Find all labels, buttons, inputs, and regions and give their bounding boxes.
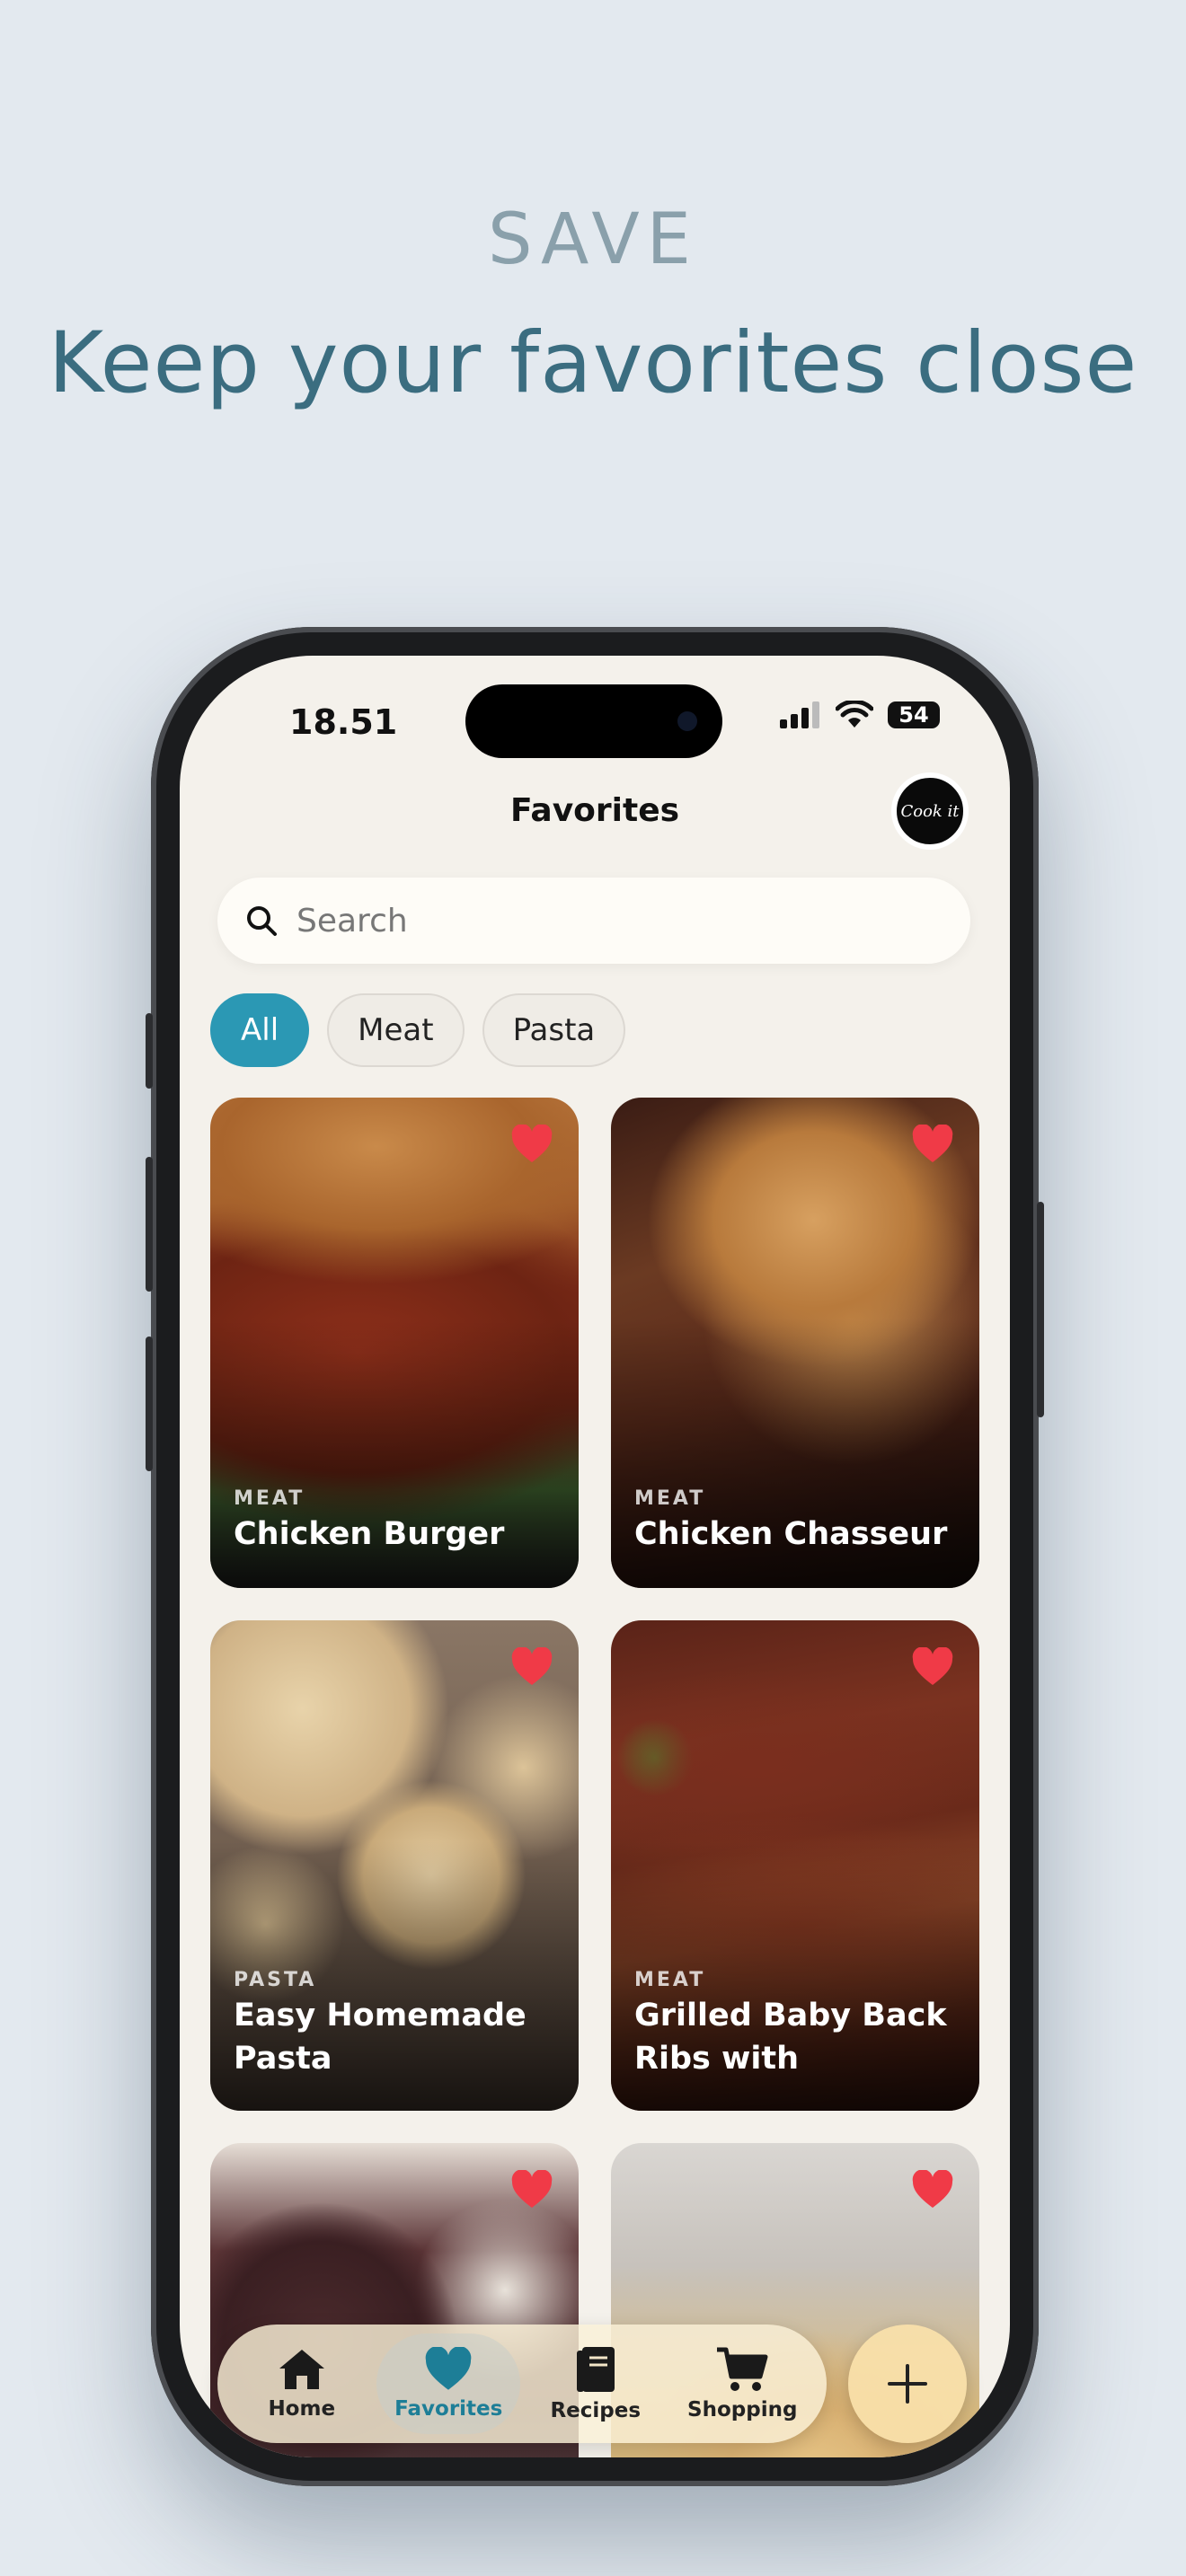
filter-chips: All Meat Pasta xyxy=(210,993,626,1067)
eyebrow-label: SAVE xyxy=(488,199,698,280)
filter-chip-pasta[interactable]: Pasta xyxy=(482,993,626,1067)
recipe-card[interactable]: MEAT Chicken Chasseur xyxy=(611,1098,979,1588)
page-title: Favorites xyxy=(509,792,680,829)
heart-icon[interactable] xyxy=(510,1125,553,1164)
heart-icon[interactable] xyxy=(911,2170,954,2210)
recipe-card[interactable]: MEAT Chicken Burger xyxy=(210,1098,579,1588)
heart-icon[interactable] xyxy=(510,1647,553,1687)
heart-icon[interactable] xyxy=(911,1125,954,1164)
search-bar[interactable] xyxy=(217,878,970,964)
search-input[interactable] xyxy=(295,901,927,940)
volume-down-button xyxy=(146,1337,153,1471)
recipe-category: MEAT xyxy=(634,1969,706,1991)
recipe-name: Grilled Baby Back Ribs with Rosemar… xyxy=(634,1998,947,2077)
tab-shopping-label: Shopping xyxy=(687,2398,798,2422)
status-time: 18.51 xyxy=(289,702,398,742)
cart-icon xyxy=(717,2347,768,2391)
filter-chip-all[interactable]: All xyxy=(210,993,310,1067)
recipe-category: MEAT xyxy=(634,1487,706,1510)
recipe-category: PASTA xyxy=(234,1969,317,1991)
avatar[interactable]: Cook it xyxy=(891,772,969,850)
app-screen: 18.51 54 Favorites Cook it Search All Me… xyxy=(180,656,1010,2457)
status-icons: 54 xyxy=(780,701,940,729)
recipe-name: Easy Homemade Pasta xyxy=(234,1998,527,2077)
recipe-card[interactable]: MEAT Grilled Baby Back Ribs with Rosemar… xyxy=(611,1620,979,2111)
tab-home[interactable]: Home xyxy=(230,2333,374,2434)
recipe-category: MEAT xyxy=(234,1487,305,1510)
recipe-name: Chicken Chasseur xyxy=(634,1516,948,1552)
tab-home-label: Home xyxy=(268,2397,336,2421)
tab-favorites-label: Favorites xyxy=(394,2397,503,2421)
add-recipe-button[interactable] xyxy=(848,2325,967,2443)
heart-icon xyxy=(425,2347,472,2390)
recipe-name: Chicken Burger xyxy=(234,1516,505,1552)
power-button xyxy=(1037,1202,1044,1417)
tab-bar: Home Favorites Recipes Shopping xyxy=(217,2325,827,2443)
tab-favorites[interactable]: Favorites xyxy=(376,2333,521,2434)
phone-frame: 18.51 54 Favorites Cook it Search All Me… xyxy=(146,627,1044,2486)
filter-chip-meat[interactable]: Meat xyxy=(327,993,465,1067)
search-icon xyxy=(247,906,277,936)
headline: Keep your favorites close xyxy=(48,314,1138,412)
wifi-icon xyxy=(836,701,873,728)
signal-icon xyxy=(780,701,819,728)
action-button xyxy=(146,1013,153,1089)
avatar-logo-text: Cook it xyxy=(900,801,960,821)
heart-icon[interactable] xyxy=(911,1647,954,1687)
recipe-card[interactable]: PASTA Easy Homemade Pasta xyxy=(210,1620,579,2111)
tab-recipes-label: Recipes xyxy=(550,2399,642,2422)
volume-up-button xyxy=(146,1157,153,1292)
book-icon xyxy=(576,2347,615,2392)
home-icon xyxy=(279,2350,324,2389)
tab-recipes[interactable]: Recipes xyxy=(524,2333,668,2434)
heart-icon[interactable] xyxy=(510,2170,553,2210)
battery-indicator: 54 xyxy=(888,701,940,728)
plus-icon xyxy=(888,2364,927,2404)
dynamic-island xyxy=(465,684,722,758)
tab-shopping[interactable]: Shopping xyxy=(670,2333,814,2434)
